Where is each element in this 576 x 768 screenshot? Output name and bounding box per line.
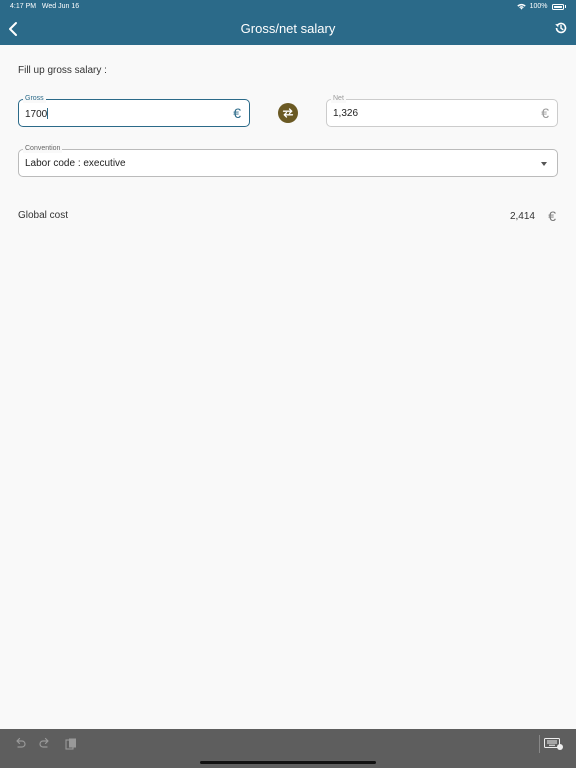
- status-right: 100%: [516, 3, 566, 10]
- page-title: Gross/net salary: [240, 21, 336, 36]
- euro-icon: €: [548, 208, 556, 224]
- status-time: 4:17 PM Wed Jun 16: [10, 3, 80, 10]
- gross-input[interactable]: 1700: [25, 108, 49, 120]
- redo-icon[interactable]: [38, 737, 52, 751]
- convention-value: Labor code : executive: [25, 158, 126, 169]
- undo-icon[interactable]: [13, 737, 27, 751]
- app-header: 4:17 PM Wed Jun 16 100% Gross/net salary: [0, 0, 576, 45]
- keyboard-dismiss-icon[interactable]: [544, 738, 564, 750]
- battery-icon: [551, 3, 564, 10]
- wifi-icon: [516, 3, 526, 10]
- swap-arrows-icon: [282, 108, 294, 118]
- gross-field[interactable]: Gross 1700 €: [18, 95, 250, 127]
- swap-button[interactable]: [278, 103, 298, 123]
- net-input[interactable]: 1,326: [333, 108, 358, 119]
- convention-label: Convention: [23, 145, 63, 153]
- global-cost-label: Global cost: [18, 210, 69, 221]
- home-indicator: [200, 761, 376, 764]
- dropdown-arrow-icon: [541, 162, 547, 166]
- paste-icon[interactable]: [64, 737, 78, 751]
- battery-percent: 100%: [529, 3, 548, 10]
- history-icon[interactable]: [554, 21, 568, 35]
- euro-icon: €: [541, 105, 549, 121]
- net-label: Net: [331, 95, 346, 103]
- status-bar: 4:17 PM Wed Jun 16 100%: [0, 0, 576, 14]
- instruction-label: Fill up gross salary :: [18, 65, 107, 76]
- global-cost-value: 2,414: [509, 211, 535, 222]
- gross-label: Gross: [23, 95, 46, 103]
- convention-select[interactable]: Convention Labor code : executive: [18, 145, 558, 177]
- net-field[interactable]: Net 1,326 €: [326, 95, 558, 127]
- euro-icon: €: [233, 105, 241, 121]
